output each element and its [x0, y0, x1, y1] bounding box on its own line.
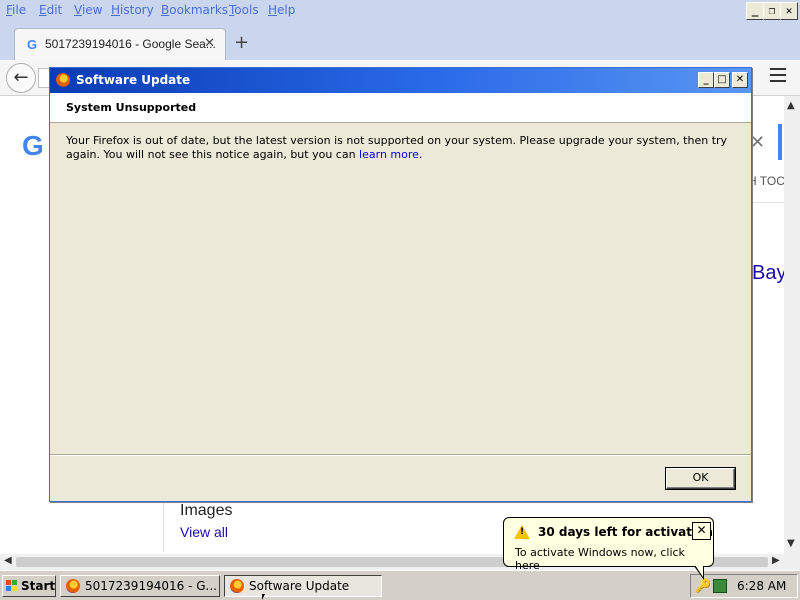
firefox-icon — [66, 579, 80, 593]
ok-button-label: OK — [692, 471, 709, 484]
windows-flag-icon — [6, 580, 18, 592]
menu-history[interactable]: History — [111, 3, 154, 17]
ok-button[interactable]: OK — [666, 468, 735, 489]
firefox-icon — [56, 73, 70, 87]
menu-file[interactable]: File — [6, 3, 26, 17]
dialog-heading: System Unsupported — [66, 101, 197, 114]
dialog-separator — [50, 454, 751, 456]
menu-view[interactable]: View — [74, 3, 102, 17]
balloon-close-button[interactable]: ✕ — [692, 522, 711, 540]
firefox-icon — [230, 579, 244, 593]
google-favicon-icon: G — [27, 37, 38, 52]
dialog-message: Your Firefox is out of date, but the lat… — [66, 134, 732, 162]
scroll-left-icon[interactable]: ◀ — [4, 555, 12, 566]
google-logo: G — [22, 130, 44, 161]
taskbar-button-software-update[interactable]: Software Update — [224, 575, 382, 597]
learn-more-link[interactable]: learn more — [359, 148, 419, 161]
hamburger-icon[interactable] — [770, 68, 786, 82]
system-tray: 🔑 6:28 AM — [690, 574, 798, 598]
menu-help[interactable]: Help — [268, 3, 295, 17]
vertical-scrollbar[interactable]: ▲ ▼ — [784, 96, 800, 554]
balloon-title: 30 days left for activation — [538, 525, 713, 539]
menu-bookmarks[interactable]: Bookmarks — [161, 3, 228, 17]
divider — [163, 500, 164, 552]
scroll-down-icon[interactable]: ▼ — [787, 538, 795, 549]
dialog-title: Software Update — [76, 73, 191, 87]
taskbar-button-firefox[interactable]: 5017239194016 - G... — [60, 575, 220, 597]
search-button-edge[interactable] — [778, 124, 782, 160]
tab-title: 5017239194016 - Google Sea... — [45, 37, 216, 51]
start-button[interactable]: Start — [2, 575, 56, 597]
scroll-right-icon[interactable]: ▶ — [772, 555, 780, 566]
back-button[interactable]: ← — [6, 63, 36, 93]
taskbar-button-label: Software Update — [249, 579, 350, 593]
dialog-minimize-button[interactable]: _ — [698, 72, 714, 88]
warning-mark: ! — [520, 527, 525, 537]
dialog-titlebar[interactable]: Software Update _ □ ✕ — [50, 68, 751, 93]
taskbar: Start 5017239194016 - G... Software Upda… — [0, 570, 800, 600]
network-icon[interactable] — [713, 579, 727, 593]
start-label: Start — [21, 579, 56, 593]
taskbar-button-label: 5017239194016 - G... — [85, 579, 217, 593]
mouse-cursor — [262, 594, 265, 600]
menu-tools[interactable]: Tools — [229, 3, 259, 17]
tab-close-icon[interactable]: ✕ — [204, 36, 215, 51]
menu-bar: File Edit View History Bookmarks Tools H… — [0, 0, 800, 22]
dialog-message-end: . — [418, 148, 423, 161]
balloon-message[interactable]: To activate Windows now, click here — [515, 546, 713, 572]
images-view-all-link[interactable]: View all — [180, 524, 228, 540]
clock[interactable]: 6:28 AM — [737, 579, 786, 593]
images-heading: Images — [180, 502, 233, 519]
result-link-fragment[interactable]: Bay — [752, 262, 786, 285]
activation-balloon[interactable]: ! 30 days left for activation To activat… — [503, 517, 714, 580]
new-tab-button[interactable]: + — [234, 32, 249, 53]
scroll-up-icon[interactable]: ▲ — [787, 100, 795, 111]
dialog-header: System Unsupported — [50, 93, 751, 123]
search-clear-icon[interactable]: ✕ — [750, 132, 765, 153]
window-restore-button[interactable]: ❐ — [763, 2, 781, 20]
software-update-dialog: Software Update _ □ ✕ System Unsupported… — [49, 67, 752, 502]
result-fragment-text: H TOC — [748, 174, 785, 188]
activation-key-icon[interactable]: 🔑 — [695, 579, 711, 594]
dialog-maximize-button[interactable]: □ — [714, 72, 730, 88]
tab-google-search[interactable]: G 5017239194016 - Google Sea... ✕ — [14, 28, 226, 60]
window-minimize-button[interactable]: _ — [746, 2, 764, 20]
menu-edit[interactable]: Edit — [39, 3, 62, 17]
window-close-button[interactable]: ✕ — [780, 2, 798, 20]
dialog-close-button[interactable]: ✕ — [732, 72, 748, 88]
balloon-tail-fill — [695, 565, 703, 577]
tab-strip: G 5017239194016 - Google Sea... ✕ + — [0, 22, 800, 60]
